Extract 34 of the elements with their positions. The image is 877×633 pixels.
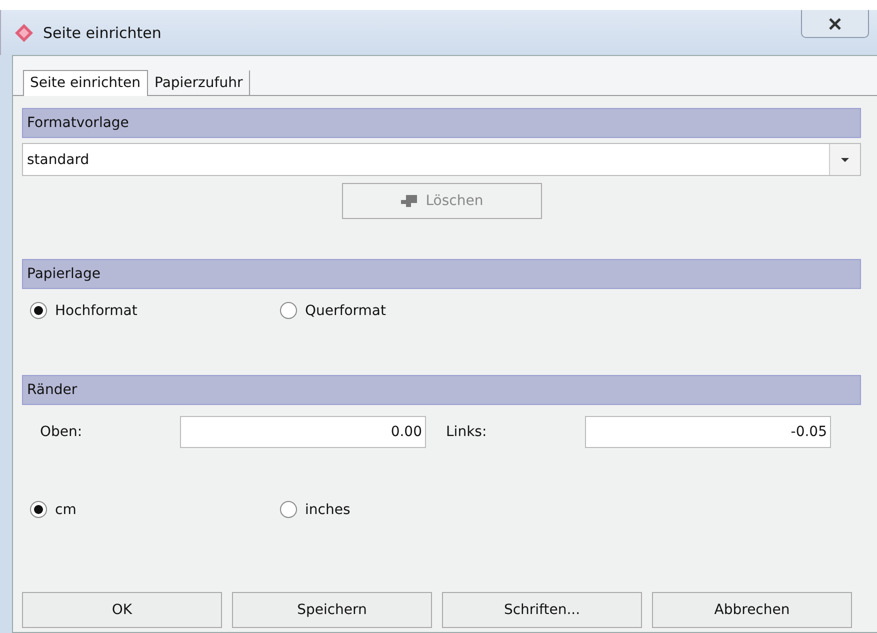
- style-dropdown[interactable]: standard: [22, 143, 861, 176]
- close-button[interactable]: [801, 10, 869, 38]
- dialog-button[interactable]: Abbrechen: [652, 592, 852, 628]
- tab[interactable]: Seite einrichten: [23, 70, 148, 96]
- radio-label: Querformat: [305, 302, 386, 318]
- radio-label: Hochformat: [55, 302, 138, 318]
- dialog-button[interactable]: Schriften...: [442, 592, 642, 628]
- dropdown-value: standard: [26, 152, 90, 168]
- field-label: Oben:: [39, 424, 84, 440]
- radio-option[interactable]: Querformat: [280, 302, 530, 319]
- tab[interactable]: Papierzufuhr: [148, 70, 250, 96]
- dialog-button[interactable]: OK: [22, 592, 222, 628]
- left-margin-field[interactable]: -0.05: [585, 416, 831, 448]
- radio-label: inches: [305, 502, 350, 518]
- radio-button[interactable]: [280, 302, 297, 319]
- section-header: Formatvorlage: [22, 108, 861, 138]
- radio-option[interactable]: inches: [280, 501, 530, 518]
- field-label: Links:: [445, 424, 488, 440]
- top-margin-field[interactable]: 0.00: [180, 416, 426, 448]
- radio-button[interactable]: [30, 501, 47, 518]
- radio-button[interactable]: [280, 501, 297, 518]
- dialog-button[interactable]: Speichern: [232, 592, 432, 628]
- radio-option[interactable]: cm: [30, 501, 280, 518]
- caret-icon: [841, 158, 849, 162]
- eraser-icon: [400, 194, 418, 208]
- section-header: Ränder: [22, 375, 861, 405]
- radio-option[interactable]: Hochformat: [30, 302, 280, 319]
- dropdown-toggle[interactable]: [829, 144, 860, 175]
- section-header: Papierlage: [22, 259, 861, 289]
- window-title: Seite einrichten: [43, 24, 162, 42]
- app-logo-icon: [15, 24, 33, 42]
- radio-button[interactable]: [30, 302, 47, 319]
- radio-label: cm: [55, 502, 76, 518]
- close-icon: [828, 18, 842, 30]
